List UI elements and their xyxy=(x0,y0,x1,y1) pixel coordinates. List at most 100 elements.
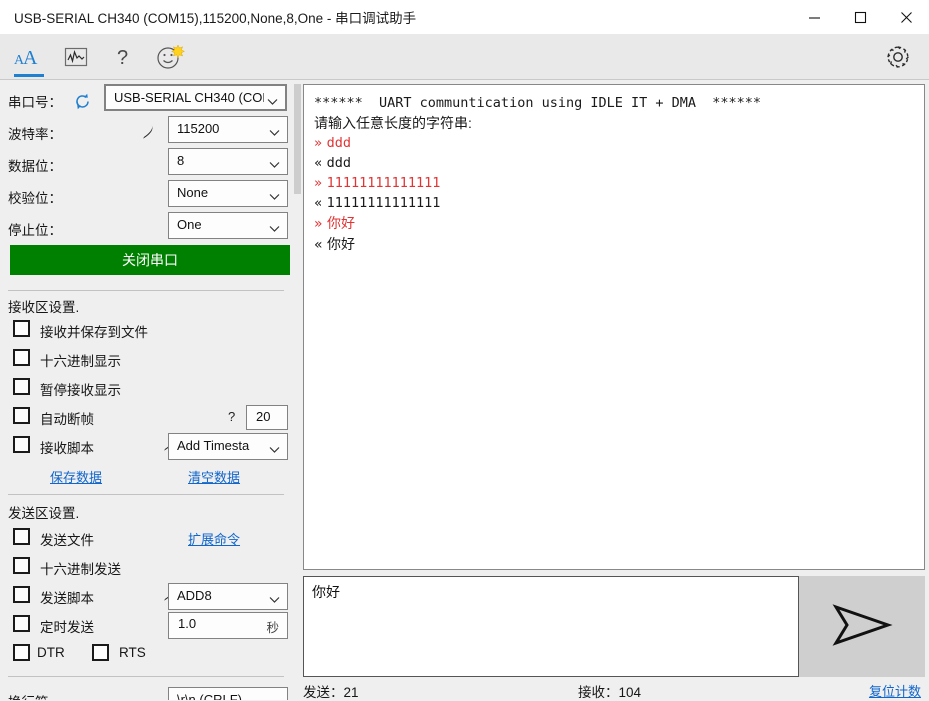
terminal-line: » 你好 xyxy=(314,213,914,234)
left-settings-panel: 串口号： USB-SERIAL CH340 (COM 波特率： 115200 数… xyxy=(0,80,292,700)
databits-row: 数据位： 8 xyxy=(0,148,292,180)
terminal-line-text: ****** UART communtication using IDLE IT… xyxy=(314,95,762,111)
chevron-down-icon xyxy=(269,592,280,607)
help-icon[interactable]: ? xyxy=(98,34,148,79)
parity-select-value: None xyxy=(177,185,209,200)
checkbox-send-script[interactable]: 发送脚本 ADD8 xyxy=(0,582,292,610)
receive-display[interactable]: ****** UART communtication using IDLE IT… xyxy=(303,84,925,570)
terminal-lines: ****** UART communtication using IDLE IT… xyxy=(314,93,914,255)
save-data-link[interactable]: 保存数据 xyxy=(50,467,102,486)
checkbox-hex-send[interactable]: 十六进制发送 xyxy=(0,553,292,581)
send-settings-title: 发送区设置. xyxy=(8,506,80,521)
checkbox-pause-display[interactable]: 暂停接收显示 xyxy=(0,374,292,402)
chevron-down-icon xyxy=(269,189,280,204)
settings-gear-icon[interactable] xyxy=(875,34,921,79)
close-button[interactable] xyxy=(883,0,929,34)
window-controls xyxy=(791,0,929,34)
checkbox-box[interactable] xyxy=(13,615,30,632)
minimize-button[interactable] xyxy=(791,0,837,34)
checkbox-hex-display[interactable]: 十六进制显示 xyxy=(0,345,292,373)
chevron-down-icon xyxy=(267,94,278,109)
tx-marker: » xyxy=(314,216,328,232)
checkbox-box[interactable] xyxy=(13,557,30,574)
baud-row: 波特率： 115200 xyxy=(0,116,292,148)
baud-select[interactable]: 115200 xyxy=(168,116,288,143)
extended-command-link[interactable]: 扩展命令 xyxy=(188,529,240,548)
checkbox-rts-box[interactable] xyxy=(92,644,109,661)
checkbox-dtr-box[interactable] xyxy=(13,644,30,661)
active-tab-indicator xyxy=(14,74,44,77)
chevron-down-icon xyxy=(269,125,280,140)
refresh-icon[interactable] xyxy=(74,93,91,113)
checkbox-auto-frame[interactable]: 自动断帧 ? 20 xyxy=(0,403,292,431)
svg-text:A: A xyxy=(23,47,38,68)
terminal-line-text: 11111111111111 xyxy=(326,175,441,191)
checkbox-box[interactable] xyxy=(13,436,30,453)
terminal-line: « 你好 xyxy=(314,234,914,255)
send-input[interactable]: 你好 xyxy=(303,576,799,677)
checkbox-box[interactable] xyxy=(13,407,30,424)
rx-marker: « xyxy=(314,195,327,211)
checkbox-label: 十六进制发送 xyxy=(40,562,121,577)
divider-newline xyxy=(8,676,284,677)
timed-send-input[interactable]: 1.0 秒 xyxy=(168,612,288,639)
parity-select[interactable]: None xyxy=(168,180,288,207)
checkbox-box[interactable] xyxy=(13,586,30,603)
auto-frame-value: 20 xyxy=(256,409,271,424)
serial-debug-assistant-window: USB-SERIAL CH340 (COM15),115200,None,8,O… xyxy=(0,0,929,700)
checkbox-send-file[interactable]: 发送文件 扩展命令 xyxy=(0,524,292,552)
terminal-line: « ddd xyxy=(314,153,914,173)
checkbox-label: 发送脚本 xyxy=(40,591,94,606)
window-title: USB-SERIAL CH340 (COM15),115200,None,8,O… xyxy=(14,11,417,26)
checkbox-dtr-rts-row: DTR RTS xyxy=(0,640,292,668)
checkbox-receive-script[interactable]: 接收脚本 Add Timesta xyxy=(0,432,292,460)
rx-marker: « xyxy=(314,237,328,253)
tx-marker: » xyxy=(314,135,327,151)
checkbox-box[interactable] xyxy=(13,320,30,337)
waveform-icon[interactable] xyxy=(51,34,101,79)
port-select[interactable]: USB-SERIAL CH340 (COM xyxy=(104,84,287,111)
dtr-label: DTR xyxy=(37,645,65,660)
stopbits-select[interactable]: One xyxy=(168,212,288,239)
toggle-port-button[interactable]: 关闭串口 xyxy=(10,245,290,275)
clear-data-link[interactable]: 清空数据 xyxy=(188,467,240,486)
baud-select-value: 115200 xyxy=(177,121,220,136)
checkbox-timed-send[interactable]: 定时发送 1.0 秒 xyxy=(0,611,292,639)
font-icon[interactable]: A A xyxy=(4,34,54,79)
send-icon xyxy=(830,601,894,652)
parity-row: 校验位： None xyxy=(0,180,292,212)
checkbox-box[interactable] xyxy=(13,378,30,395)
reset-counter-link[interactable]: 复位计数 xyxy=(869,681,921,700)
toolbar: A A ? xyxy=(0,34,929,80)
title-bar: USB-SERIAL CH340 (COM15),115200,None,8,O… xyxy=(0,0,929,34)
terminal-line: 请输入任意长度的字符串: xyxy=(314,113,914,133)
divider-receive xyxy=(8,290,284,291)
rx-marker: « xyxy=(314,155,327,171)
auto-frame-help-icon[interactable]: ? xyxy=(228,409,235,424)
maximize-button[interactable] xyxy=(837,0,883,34)
send-script-select[interactable]: ADD8 xyxy=(168,583,288,610)
scrollbar-thumb[interactable] xyxy=(294,84,301,194)
send-input-value: 你好 xyxy=(312,584,340,600)
databits-select-value: 8 xyxy=(177,153,185,168)
terminal-line-text: 请输入任意长度的字符串: xyxy=(314,115,472,131)
status-bar: 发送：21 接收：104 复位计数 xyxy=(0,678,929,700)
checkbox-box[interactable] xyxy=(13,349,30,366)
svg-text:?: ? xyxy=(117,47,128,69)
terminal-line: » 11111111111111 xyxy=(314,173,914,193)
status-received: 接收：104 xyxy=(578,685,642,700)
send-button[interactable] xyxy=(799,576,925,677)
terminal-line: ****** UART communtication using IDLE IT… xyxy=(314,93,914,113)
checkbox-label: 发送文件 xyxy=(40,533,94,548)
databits-select[interactable]: 8 xyxy=(168,148,288,175)
port-select-value: USB-SERIAL CH340 (COM xyxy=(114,90,264,105)
checkbox-save-to-file[interactable]: 接收并保存到文件 xyxy=(0,316,292,344)
terminal-line: « 11111111111111 xyxy=(314,193,914,213)
edit-pen-icon[interactable] xyxy=(140,124,155,143)
panel-scrollbar[interactable] xyxy=(293,84,302,570)
checkbox-label: 接收并保存到文件 xyxy=(40,325,148,340)
smiley-icon[interactable] xyxy=(145,34,195,79)
checkbox-box[interactable] xyxy=(13,528,30,545)
receive-script-select[interactable]: Add Timesta xyxy=(168,433,288,460)
auto-frame-input[interactable]: 20 xyxy=(246,405,288,430)
